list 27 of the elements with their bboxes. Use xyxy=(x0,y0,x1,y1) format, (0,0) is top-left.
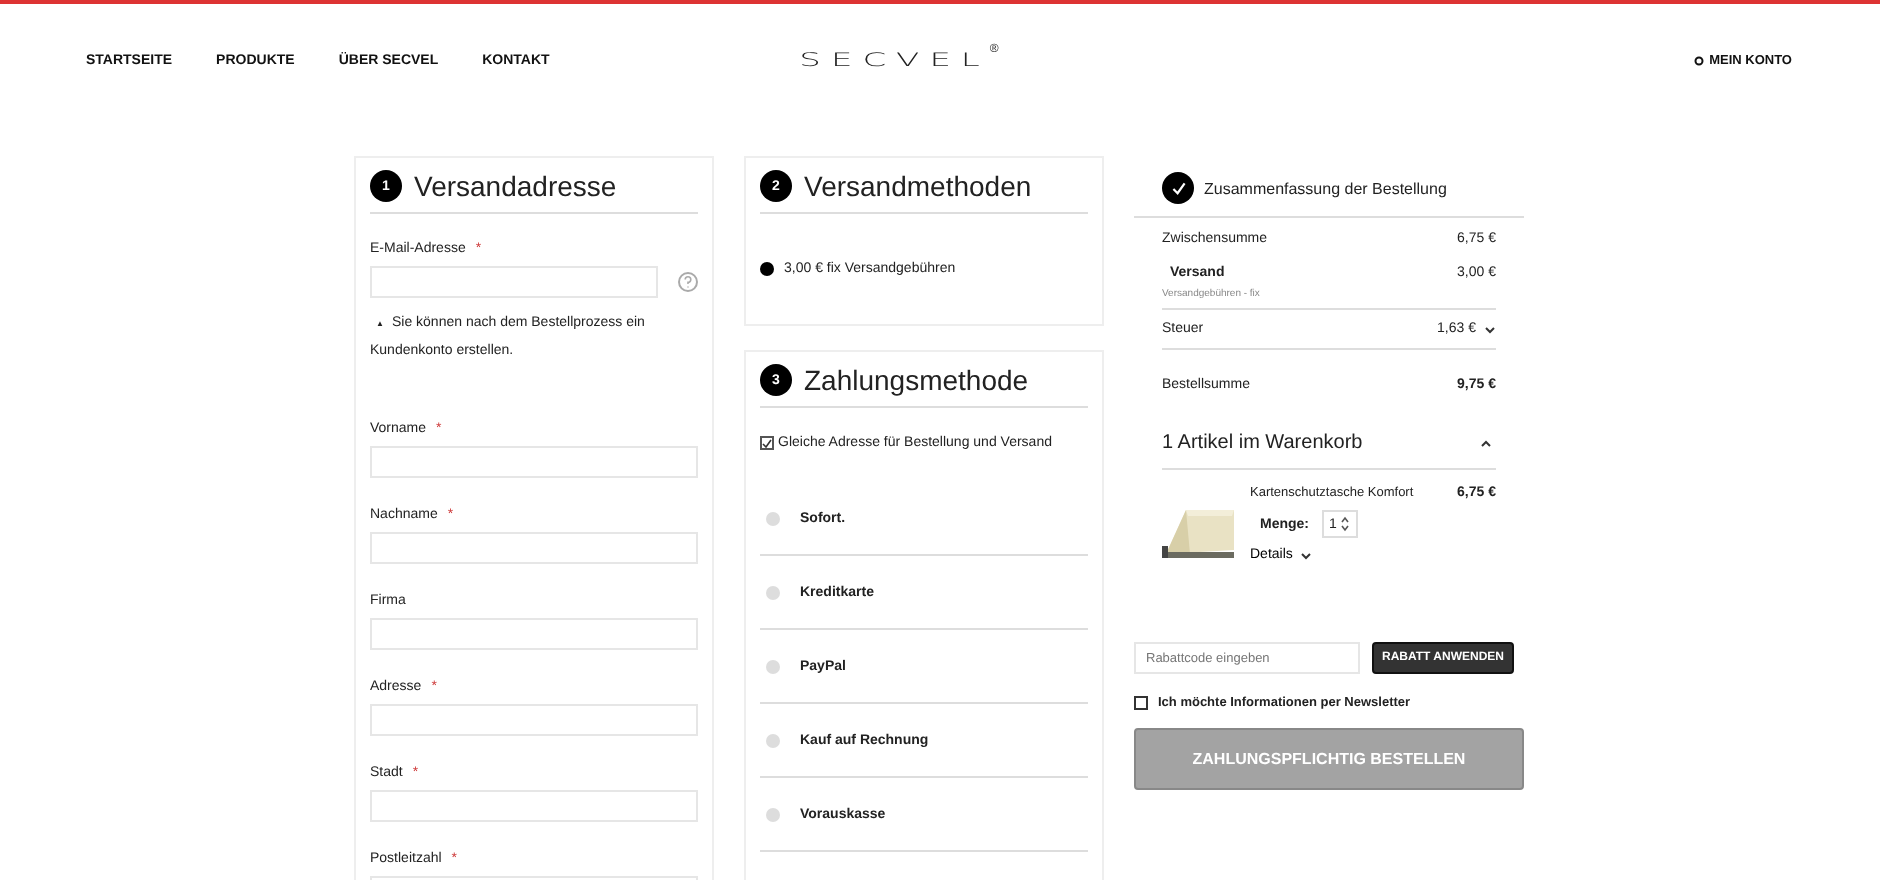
radio-button[interactable] xyxy=(766,512,780,526)
checkbox[interactable] xyxy=(1134,696,1148,710)
logo[interactable]: SECVEL xyxy=(799,51,990,69)
chevron-icon xyxy=(1480,439,1492,447)
cart-toggle[interactable]: 1 Artikel im Warenkorb xyxy=(1162,432,1496,470)
input-field[interactable] xyxy=(370,266,658,298)
input-field[interactable] xyxy=(370,532,698,564)
section-title: Versandadresse xyxy=(414,170,617,202)
input-field[interactable] xyxy=(370,704,698,736)
section-title: Zahlungsmethode xyxy=(804,364,1029,396)
radio-button[interactable] xyxy=(760,262,774,276)
check-icon xyxy=(1162,172,1194,204)
input-field[interactable] xyxy=(370,618,698,650)
radio-button[interactable] xyxy=(766,660,780,674)
radio-button[interactable] xyxy=(766,586,780,600)
section-title: Versandmethoden xyxy=(804,170,1032,202)
stepper-icon[interactable] xyxy=(1340,516,1351,532)
chevron-icon xyxy=(1300,551,1313,559)
chevron-icon xyxy=(1484,325,1496,333)
input-field[interactable] xyxy=(370,790,698,822)
radio-button[interactable] xyxy=(766,734,780,748)
summary-title: Zusammenfassung der Bestellung xyxy=(1204,179,1447,197)
radio-button[interactable] xyxy=(766,808,780,822)
help-icon[interactable] xyxy=(678,272,698,292)
checkbox[interactable] xyxy=(760,436,774,450)
circle-icon xyxy=(1693,55,1704,65)
input-field[interactable] xyxy=(370,446,698,478)
